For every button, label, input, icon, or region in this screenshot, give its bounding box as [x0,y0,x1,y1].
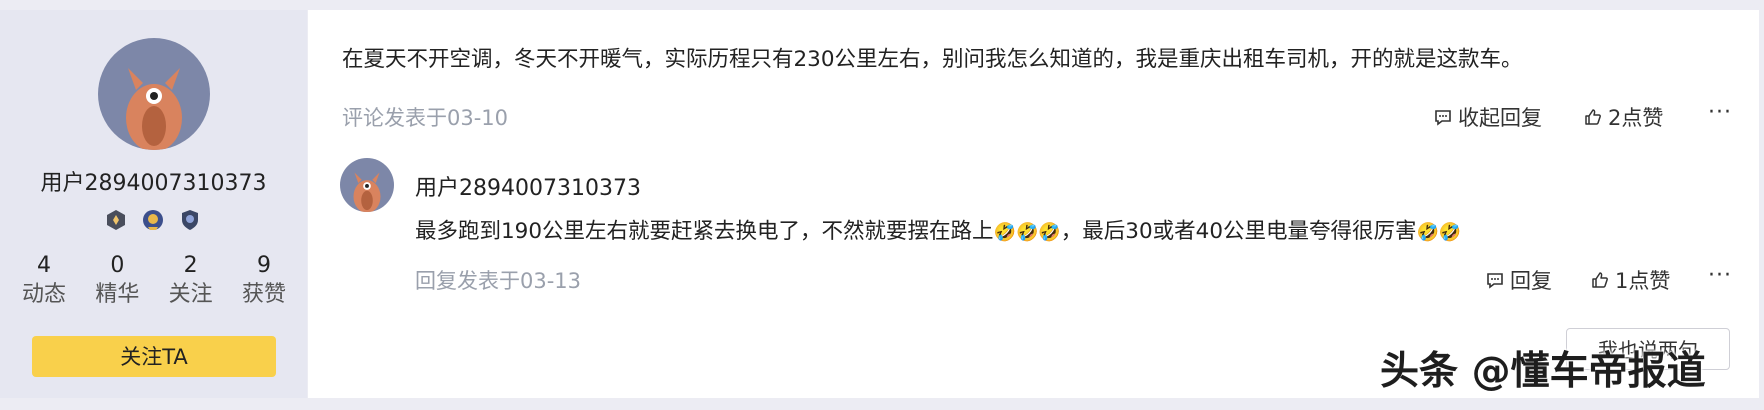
stat-featured[interactable]: 0 精华 [85,252,149,310]
comment-text: 在夏天不开空调，冬天不开暖气，实际历程只有230公里左右，别问我怎么知道的，我是… [342,47,1523,72]
avatar[interactable] [98,38,210,150]
reply-button-label: 回复 [1510,269,1552,293]
user-profile-sidebar: 用户2894007310373 4 动态 0 精华 2 关注 9 获赞 关注TA [0,10,307,398]
stat-following[interactable]: 2 关注 [159,252,223,310]
more-options-icon[interactable]: ··· [1708,100,1732,125]
reply-text-part: ，最后30或者40公里电量夸得很厉害 [1060,219,1417,244]
profile-username[interactable]: 用户2894007310373 [0,165,307,197]
watermark: 头条 @懂车帝报道 [1380,349,1706,394]
profile-stats: 4 动态 0 精华 2 关注 9 获赞 [4,252,304,310]
stat-label: 动态 [21,282,66,307]
collapse-replies-button[interactable]: 收起回复 [1434,102,1542,132]
shield-badge-icon[interactable] [178,208,202,232]
stat-value: 9 [256,253,271,278]
reply-timestamp: 回复发表于03-13 [415,269,582,293]
thumbs-up-icon [1585,109,1601,125]
follow-button[interactable]: 关注TA [32,336,276,377]
laughing-emoji-icon: 🤣🤣 [1416,222,1462,243]
comment-timestamp: 评论发表于03-10 [342,106,509,130]
stat-label: 精华 [95,282,140,307]
thumbs-up-icon [1592,272,1608,288]
reply-text-part: 最多跑到190公里左右就要赶紧去换电了，不然就要摆在路上 [415,219,994,244]
reply-like-button[interactable]: 1点赞 [1591,265,1670,295]
comment-like-count: 2点赞 [1608,106,1664,130]
comment-like-button[interactable]: 2点赞 [1584,102,1663,132]
stat-value: 0 [110,253,125,278]
reply-button[interactable]: 回复 [1486,265,1552,295]
collapse-replies-label: 收起回复 [1458,106,1542,130]
medal-badge-icon[interactable] [141,208,165,232]
reply-text: 最多跑到190公里左右就要赶紧去换电了，不然就要摆在路上🤣🤣🤣，最后30或者40… [415,214,1461,245]
laughing-emoji-icon: 🤣🤣🤣 [993,222,1061,243]
comment-icon [1435,110,1451,126]
rank-badge-icon[interactable] [104,208,128,232]
stat-label: 获赞 [241,282,286,307]
stat-label: 关注 [168,282,213,307]
badge-list [104,208,202,232]
stat-likes[interactable]: 9 获赞 [232,252,296,310]
more-options-icon[interactable]: ··· [1708,263,1732,288]
stat-value: 4 [37,253,51,278]
reply-like-count: 1点赞 [1615,269,1671,293]
stat-posts[interactable]: 4 动态 [12,252,76,310]
comment-icon [1487,273,1503,289]
reply-avatar[interactable] [340,158,394,212]
stat-value: 2 [183,253,198,278]
reply-username[interactable]: 用户2894007310373 [415,170,641,202]
